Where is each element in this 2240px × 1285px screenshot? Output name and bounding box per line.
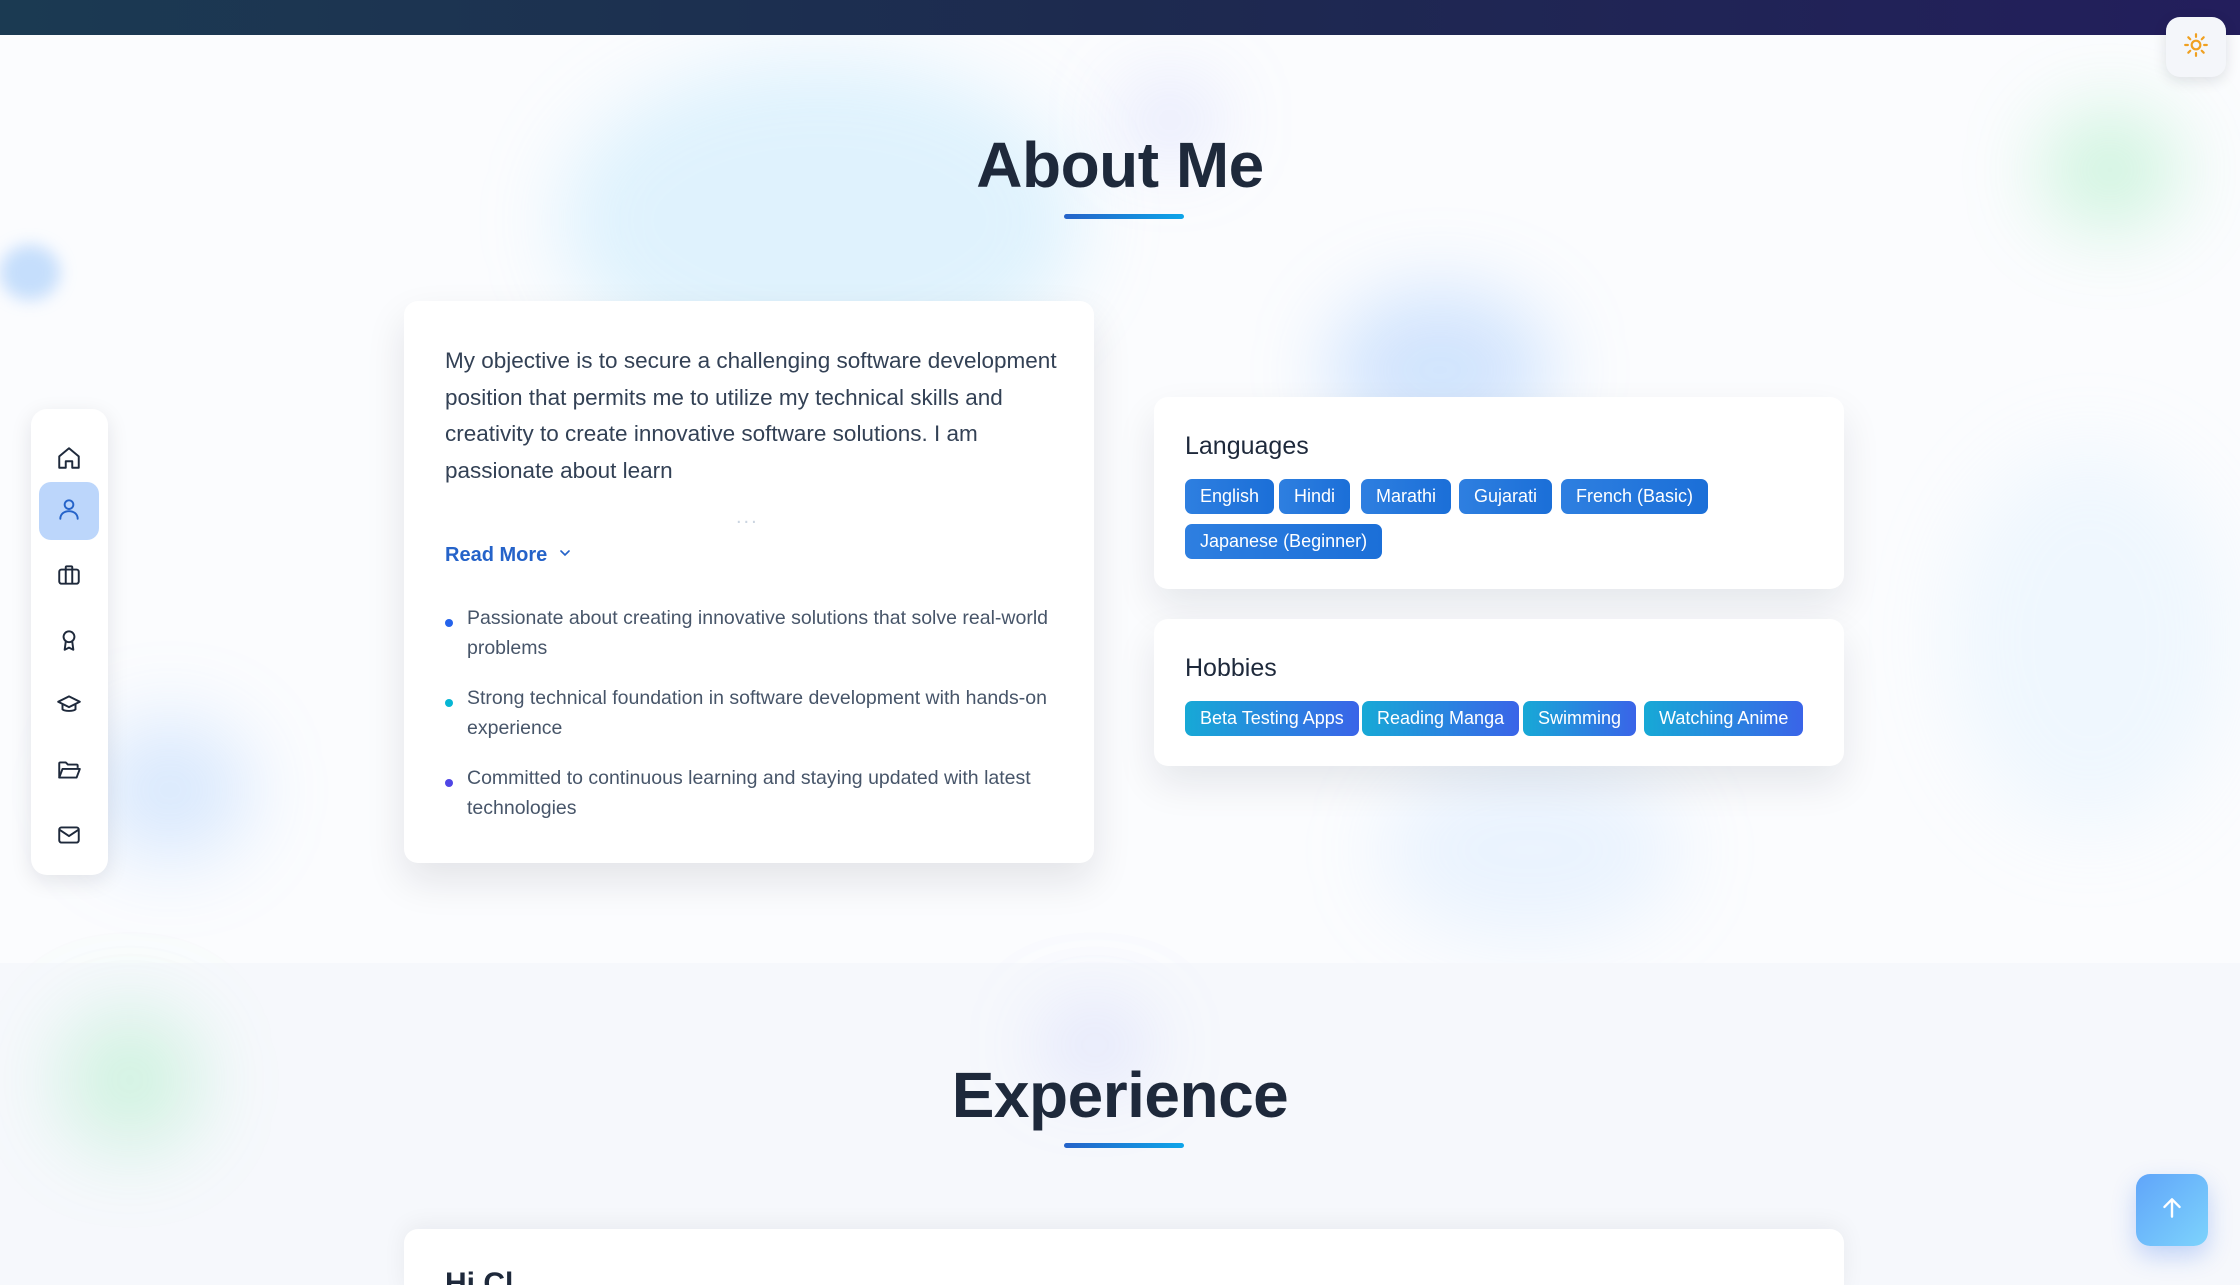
scroll-to-top-button[interactable] [2136,1174,2208,1246]
bullet-dot [445,619,453,627]
sun-icon [2183,32,2209,63]
highlight-text: Strong technical foundation in software … [467,687,1047,739]
language-tag: Hindi [1279,479,1351,514]
chevron-down-icon [557,544,573,567]
language-tag: French (Basic) [1561,479,1709,514]
graduation-cap-icon [56,692,82,723]
language-tag: Gujarati [1459,479,1553,514]
language-tag: English [1185,479,1275,514]
experience-card-title: Hi Cl [445,1267,514,1285]
side-navigation [31,409,108,875]
highlight-text: Committed to continuous learning and sta… [467,767,1031,819]
nav-item-home[interactable] [39,431,99,489]
mail-icon [56,822,82,853]
about-section-title: About Me [976,129,1264,201]
about-card: My objective is to secure a challenging … [404,301,1094,863]
bullet-dot [445,699,453,707]
languages-title: Languages [1185,432,1309,460]
nav-item-experience[interactable] [39,548,99,606]
hobbies-card: Hobbies Beta Testing Apps Reading Manga … [1154,619,1844,766]
background-blob [90,720,250,860]
hobby-tag: Reading Manga [1362,701,1520,736]
nav-item-education[interactable] [39,678,99,736]
text-fade-indicator: ... [736,506,759,528]
user-icon [56,496,82,527]
highlight-item: Committed to continuous learning and sta… [445,763,1075,823]
award-icon [56,627,82,658]
nav-item-achievements[interactable] [39,613,99,671]
arrow-up-icon [2159,1195,2185,1226]
hobbies-title: Hobbies [1185,654,1277,682]
nav-item-contact[interactable] [39,808,99,866]
bullet-dot [445,779,453,787]
portfolio-page: About Me My objective is to secure a cha… [0,0,2240,1285]
language-tag: Japanese (Beginner) [1185,524,1383,559]
highlight-item: Strong technical foundation in software … [445,683,1075,743]
language-tag: Marathi [1361,479,1452,514]
top-gradient-bar [0,0,2240,35]
read-more-button[interactable]: Read More [445,544,573,567]
read-more-label: Read More [445,544,548,566]
nav-item-about[interactable] [39,482,99,540]
nav-item-projects[interactable] [39,743,99,801]
about-title-underline [1064,214,1184,219]
folder-icon [56,757,82,788]
background-blob [0,245,60,300]
home-icon [56,445,82,476]
experience-section-title: Experience [951,1059,1289,1131]
background-blob [1380,760,1680,940]
hobby-tag: Beta Testing Apps [1185,701,1359,736]
objective-text: My objective is to secure a challenging … [445,348,1057,483]
highlight-item: Passionate about creating innovative sol… [445,603,1075,663]
experience-title-underline [1064,1143,1184,1148]
languages-card: Languages English Hindi Marathi Gujarati… [1154,397,1844,589]
experience-card: Hi Cl [404,1229,1844,1285]
theme-toggle-button[interactable] [2166,17,2226,77]
briefcase-icon [56,562,82,593]
hobby-tag: Watching Anime [1644,701,1804,736]
background-blob [1950,450,2230,830]
hobby-tag: Swimming [1523,701,1637,736]
highlight-text: Passionate about creating innovative sol… [467,607,1049,659]
